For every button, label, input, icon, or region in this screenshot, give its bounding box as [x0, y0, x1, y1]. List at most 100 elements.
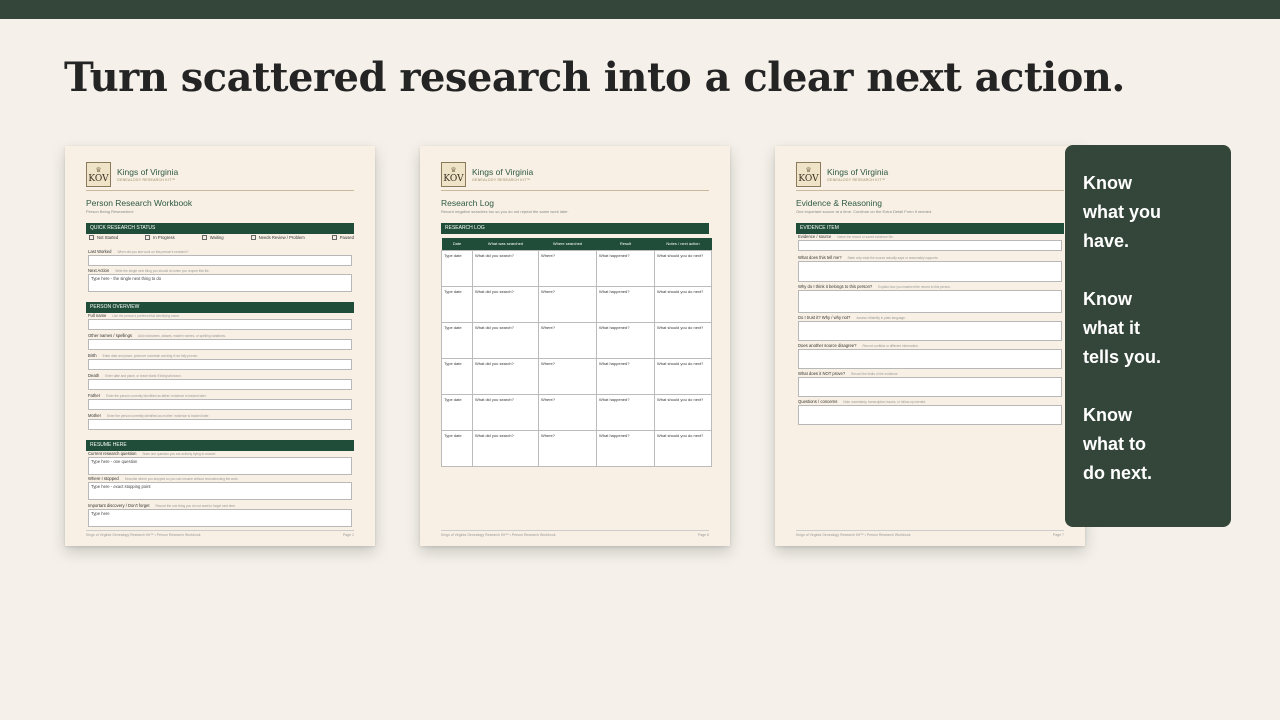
table-row: Type date What did you search? Where? What … [441, 249, 712, 287]
table-cell: What should you do next? [654, 249, 712, 287]
research-log-table: Date What was searched Where searched Re… [441, 238, 712, 467]
field-not-prove: What does it NOT prove? Record the limits… [798, 371, 1062, 397]
field-death: Death Enter date and place, or leave blan… [88, 373, 352, 390]
kov-logo: ♛ KOV [441, 162, 466, 187]
table-cell: What happened? [596, 321, 655, 359]
table-cell: What should you do next? [654, 357, 712, 395]
table-header: Date What was searched Where searched Re… [441, 238, 712, 250]
table-cell: What should you do next? [654, 285, 712, 323]
tagline-line: Know what to do next. [1083, 405, 1153, 483]
brand-name: Kings of Virginia [472, 167, 534, 177]
table-cell: What should you do next? [654, 393, 712, 431]
page-subtitle: Record negative searches too so you do n… [441, 209, 569, 214]
page-number: Page 7 [1052, 533, 1064, 537]
table-row: Type date What did you search? Where? What … [441, 357, 712, 395]
table-cell: Type date [441, 429, 473, 467]
workbook-page-preview-2: ♛ KOV Kings of Virginia GENEALOGY RESEARCH… [420, 146, 730, 546]
table-cell: What happened? [596, 357, 655, 395]
field-what-tells: What does this tell me? State only what t… [798, 255, 1062, 282]
divider [441, 190, 709, 191]
page-footer: Kings of Virginia Genealogy Research Kit… [441, 533, 556, 537]
table-cell: Type date [441, 321, 473, 359]
status-option: In Progress [145, 235, 174, 240]
status-option: Waiting [202, 235, 224, 240]
field-birth: Birth Enter date and place; preserve unce… [88, 353, 352, 370]
table-cell: Where? [538, 249, 597, 287]
field-why-belongs: Why do I think it belongs to this person… [798, 284, 1062, 313]
brand-sub: GENEALOGY RESEARCH KIT™ [117, 178, 176, 182]
divider [86, 190, 354, 191]
status-option: Not Started [89, 235, 118, 240]
column-header: Notes / next action [654, 238, 712, 250]
brand: ♛ KOV Kings of Virginia GENEALOGY RESEARCH… [796, 162, 888, 187]
page-subtitle: Person Being Researched: [86, 209, 134, 214]
page-footer: Kings of Virginia Genealogy Research Kit… [86, 533, 201, 537]
table-cell: Type date [441, 249, 473, 287]
brand: ♛ KOV Kings of Virginia GENEALOGY RESEARCH… [441, 162, 533, 187]
table-cell: Type date [441, 393, 473, 431]
field-last-worked: Last Worked When did you last work on thi… [88, 249, 352, 266]
table-cell: Where? [538, 357, 597, 395]
field-important-discovery: Important discovery / Don't forget Record… [88, 503, 352, 527]
table-cell: What did you search? [472, 393, 539, 431]
table-row: Type date What did you search? Where? What … [441, 285, 712, 323]
column-header: Where searched [538, 238, 597, 250]
section-band-overview: PERSON OVERVIEW [86, 302, 354, 313]
page-title: Person Research Workbook [86, 198, 193, 208]
field-research-question: Current research question State one quest… [88, 451, 352, 475]
tagline-line: Know what you have. [1083, 173, 1162, 251]
footer-divider [796, 530, 1064, 531]
table-cell: What did you search? [472, 321, 539, 359]
brand-name: Kings of Virginia [117, 167, 179, 177]
brand-sub: GENEALOGY RESEARCH KIT™ [472, 178, 531, 182]
table-row: Type date What did you search? Where? What … [441, 393, 712, 431]
page-number: Page 6 [697, 533, 709, 537]
top-bar [0, 0, 1280, 19]
column-header: What was searched [472, 238, 539, 250]
table-cell: What happened? [596, 285, 655, 323]
section-band-resume: RESUME HERE [86, 440, 354, 451]
field-full-name: Full name Use the person's preferred/full… [88, 313, 352, 330]
divider [796, 190, 1064, 191]
table-cell: What should you do next? [654, 429, 712, 467]
field-trust: Do I trust it? Why / why not? Assess reli… [798, 315, 1062, 341]
page-number: Page 1 [342, 533, 354, 537]
page-title: Research Log [441, 198, 494, 208]
page-subtitle: One important source at a time. Continue… [796, 209, 933, 214]
field-evidence-source: Evidence / source Name the record or save… [798, 234, 1062, 251]
table-cell: Type date [441, 285, 473, 323]
workbook-page-preview-1: ♛ KOV Kings of Virginia GENEALOGY RESEARCH… [65, 146, 375, 546]
table-cell: What happened? [596, 429, 655, 467]
table-cell: Where? [538, 429, 597, 467]
field-where-stopped: Where I stopped Describe where you stoppe… [88, 476, 352, 500]
status-option: Needs Review / Problem [251, 235, 305, 240]
table-cell: Type date [441, 357, 473, 395]
table-cell: What did you search? [472, 429, 539, 467]
field-next-action: Next Action Write the single next thing y… [88, 268, 352, 292]
field-questions: Questions / concerns Note uncertainty, tr… [798, 399, 1062, 425]
table-cell: What should you do next? [654, 321, 712, 359]
section-band-log: RESEARCH LOG [441, 223, 709, 234]
workbook-page-preview-3: ♛ KOV Kings of Virginia GENEALOGY RESEARCH… [775, 146, 1085, 546]
brand: ♛ KOV Kings of Virginia GENEALOGY RESEARCH… [86, 162, 178, 187]
kov-logo: ♛ KOV [86, 162, 111, 187]
footer-divider [86, 530, 354, 531]
field-other-names: Other names / spellings Add nicknames, al… [88, 333, 352, 350]
kov-logo: ♛ KOV [796, 162, 821, 187]
table-cell: Where? [538, 285, 597, 323]
page-title: Evidence & Reasoning [796, 198, 883, 208]
tagline-line: Know what it tells you. [1083, 289, 1162, 367]
field-mother: Mother Enter the person currently identif… [88, 413, 352, 430]
footer-divider [441, 530, 709, 531]
status-checkboxes: Not Started In Progress Waiting Needs Re… [89, 235, 354, 240]
status-option: Paused [332, 235, 354, 240]
table-cell: Where? [538, 393, 597, 431]
table-row: Type date What did you search? Where? What … [441, 321, 712, 359]
brand-sub: GENEALOGY RESEARCH KIT™ [827, 178, 886, 182]
table-cell: Where? [538, 321, 597, 359]
column-header: Result [596, 238, 655, 250]
column-header: Date [441, 238, 473, 250]
page-footer: Kings of Virginia Genealogy Research Kit… [796, 533, 911, 537]
table-cell: What happened? [596, 393, 655, 431]
table-cell: What did you search? [472, 285, 539, 323]
